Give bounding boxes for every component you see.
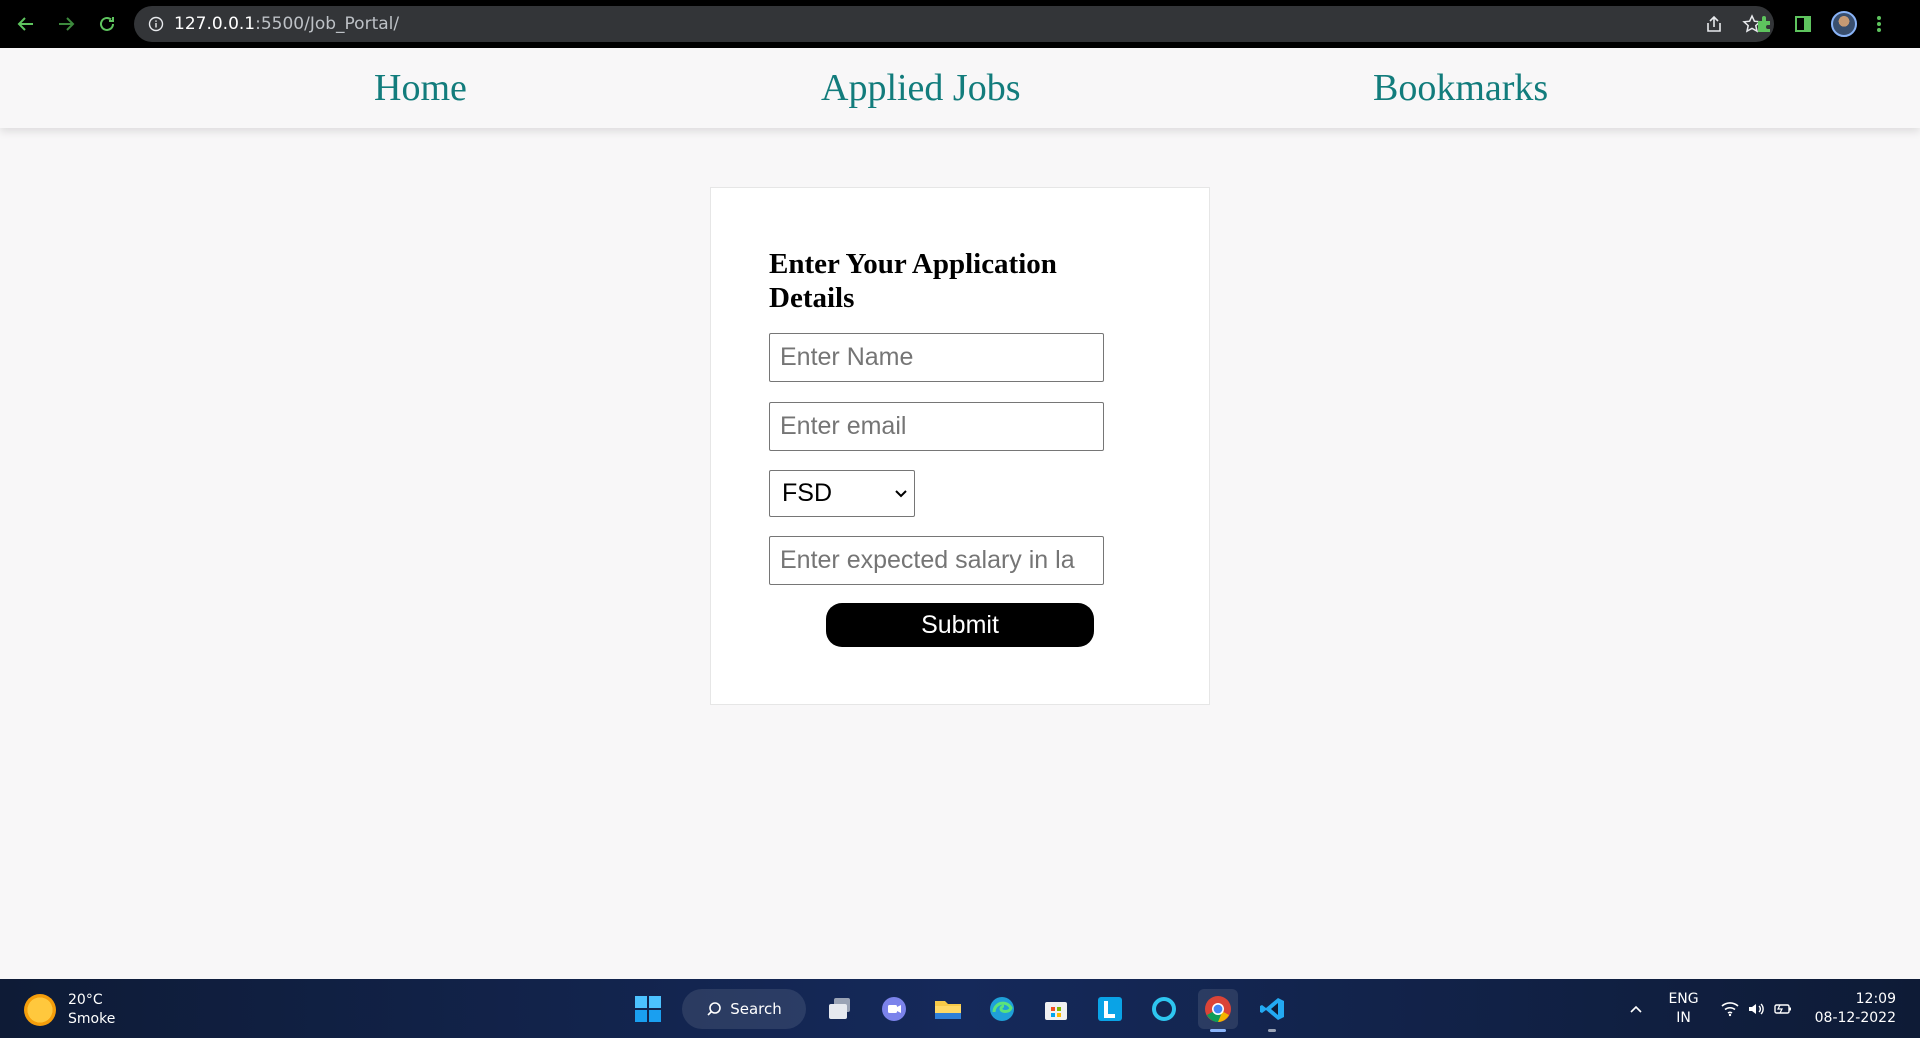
teams-chat-button[interactable] [874,989,914,1029]
battery-icon [1773,1003,1791,1014]
system-tray-icons[interactable] [1721,1001,1793,1017]
application-form-card: Enter Your Application Details FSD Submi… [710,187,1210,705]
vscode-button[interactable] [1252,989,1292,1032]
role-select-value: FSD [782,479,832,507]
url-host: 127.0.0.1 [174,14,256,34]
clock-date: 08-12-2022 [1814,1009,1896,1026]
share-icon[interactable] [1704,14,1724,34]
chrome-button[interactable] [1198,989,1238,1032]
chrome-icon [1205,996,1231,1022]
ring-icon [1152,997,1176,1021]
chevron-down-icon [895,489,907,497]
reload-button[interactable] [87,4,127,44]
url-path: :5500/Job_Portal/ [255,14,400,34]
store-button[interactable] [1036,989,1076,1029]
l-app-button[interactable] [1090,989,1130,1029]
profile-avatar[interactable] [1831,11,1857,37]
weather-temp: 20°C [68,992,103,1008]
side-panel-icon[interactable] [1793,14,1813,34]
volume-icon [1748,1003,1764,1014]
edge-browser-button[interactable] [982,989,1022,1029]
taskbar-search-button[interactable]: Search [682,989,806,1029]
chevron-up-icon[interactable] [1628,1001,1644,1017]
extensions-puzzle-icon[interactable] [1755,14,1775,34]
active-app-indicator [1210,1029,1226,1032]
forward-arrow-icon [59,17,75,31]
name-input[interactable] [769,333,1104,382]
running-app-indicator [1268,1029,1276,1032]
submit-button[interactable]: Submit [826,603,1094,647]
clock[interactable]: 12:09 08-12-2022 [1815,990,1896,1028]
task-view-icon [829,998,850,1019]
taskbar: 20°C Smoke Search ENG IN 12:09 08-12-202… [0,979,1920,1038]
search-label: Search [730,1000,782,1018]
store-icon [1045,1002,1067,1020]
salary-input[interactable] [769,536,1104,585]
l-app-icon [1098,997,1122,1021]
cortana-button[interactable] [1144,989,1184,1029]
vscode-icon [1260,998,1284,1020]
nav-link-bookmarks[interactable]: Bookmarks [1373,66,1548,110]
clock-time: 12:09 [1855,990,1896,1007]
task-view-button[interactable] [820,989,860,1029]
start-button[interactable] [628,989,668,1029]
chat-icon [882,997,906,1021]
address-bar[interactable]: 127.0.0.1:5500/Job_Portal/ [134,6,1774,42]
browser-toolbar: 127.0.0.1:5500/Job_Portal/ [0,0,1920,48]
wifi-icon [1721,1001,1739,1016]
folder-icon [935,1001,961,1019]
role-select[interactable]: FSD [769,470,915,517]
search-icon [707,1002,722,1016]
lang-line2: IN [1676,1009,1691,1026]
weather-widget[interactable]: 20°C Smoke [24,991,115,1029]
email-input[interactable] [769,402,1104,451]
back-arrow-icon [17,17,33,31]
form-title: Enter Your Application Details [769,248,1057,314]
language-indicator[interactable]: ENG IN [1668,990,1698,1028]
forward-button[interactable] [46,4,86,44]
weather-sun-icon [24,994,56,1026]
lang-line1: ENG [1668,990,1699,1007]
info-icon [148,16,164,32]
windows-logo-icon [635,996,661,1022]
edge-icon [990,997,1014,1021]
file-explorer-button[interactable] [928,989,968,1029]
weather-desc: Smoke [68,1011,116,1027]
nav-link-home[interactable]: Home [374,66,467,110]
menu-kebab-icon[interactable] [1875,14,1883,34]
back-button[interactable] [6,4,46,44]
reload-icon [100,16,114,31]
nav-link-applied-jobs[interactable]: Applied Jobs [821,66,1021,110]
site-navbar: Home Applied Jobs Bookmarks [0,48,1920,128]
